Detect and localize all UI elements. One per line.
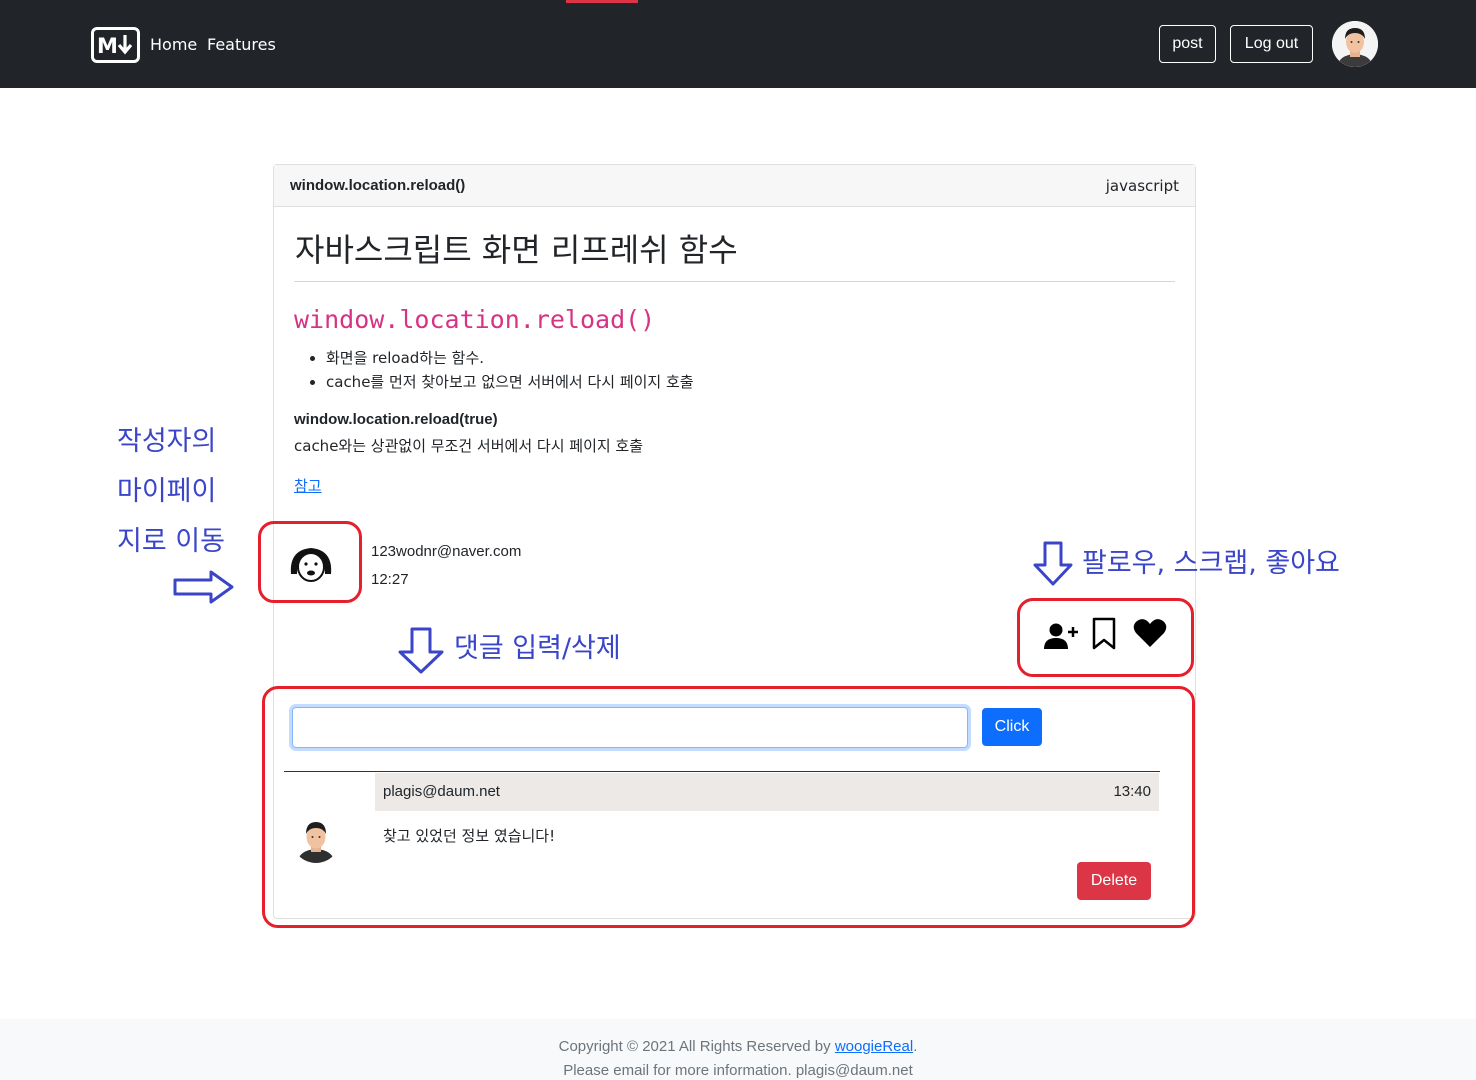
annotation-box-comments [262, 686, 1195, 928]
annotation-box-actions [1017, 598, 1194, 677]
footer-copyright: Copyright © 2021 All Rights Reserved by … [0, 1038, 1476, 1055]
footer-contact: Please email for more information. plagi… [563, 1062, 913, 1079]
markdown-logo-icon[interactable]: M [91, 27, 140, 63]
annotation-box-author [258, 521, 362, 603]
arrow-down-icon [1032, 541, 1074, 591]
annotation-mypage-line2: 마이페이 [117, 476, 217, 507]
title-divider [294, 281, 1175, 282]
svg-text:M: M [97, 34, 118, 58]
post-title: 자바스크립트 화면 리프레쉬 함수 [295, 231, 738, 269]
footer-author-link[interactable]: woogieReal [835, 1038, 913, 1055]
bullet-list: 화면을 reload하는 함수. cache를 먼저 찾아보고 없으면 서버에서… [326, 346, 694, 394]
post-button[interactable]: post [1159, 25, 1216, 63]
nav-features-link[interactable]: Features [207, 35, 276, 54]
footer-copyright-suffix: . [913, 1038, 918, 1055]
list-item: 화면을 reload하는 함수. [326, 346, 694, 370]
arrow-down-icon [397, 627, 445, 679]
arrow-right-icon [173, 569, 235, 609]
footer: Copyright © 2021 All Rights Reserved by … [0, 1019, 1476, 1080]
post-language: javascript [1105, 177, 1179, 195]
post-header-title: window.location.reload() [290, 177, 466, 194]
subheading-description: cache와는 상관없이 무조건 서버에서 다시 페이지 호출 [294, 437, 644, 455]
annotation-actions: 팔로우, 스크랩, 좋아요 [1082, 548, 1340, 579]
author-email: 123wodnr@naver.com [371, 543, 522, 560]
post-time: 12:27 [371, 571, 409, 588]
navbar: M Home Features post Log out [0, 0, 1476, 88]
user-avatar-icon[interactable] [1332, 21, 1378, 67]
annotation-mypage-line3: 지로 이동 [117, 526, 225, 557]
footer-copyright-text: Copyright © 2021 All Rights Reserved by [558, 1038, 835, 1055]
logout-button[interactable]: Log out [1230, 25, 1313, 63]
annotation-mypage-line1: 작성자의 [117, 426, 217, 457]
reference-link[interactable]: 참고 [294, 475, 322, 496]
subheading: window.location.reload(true) [294, 411, 498, 428]
list-item: cache를 먼저 찾아보고 없으면 서버에서 다시 페이지 호출 [326, 370, 694, 394]
nav-home-link[interactable]: Home [150, 35, 197, 54]
card-header: window.location.reload() javascript [274, 165, 1195, 207]
code-heading: window.location.reload() [294, 305, 656, 334]
nav-accent-bar [566, 0, 638, 3]
annotation-comments: 댓글 입력/삭제 [454, 633, 621, 664]
